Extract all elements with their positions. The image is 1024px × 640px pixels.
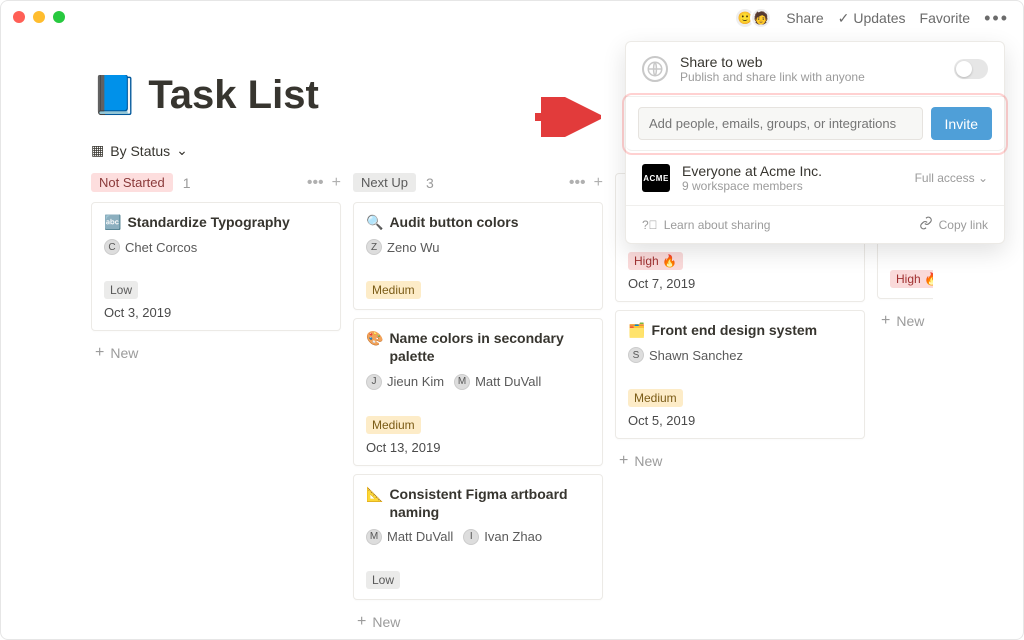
card-title: Consistent Figma artboard naming — [389, 485, 590, 521]
column-status-tag[interactable]: Not Started — [91, 173, 173, 192]
card-date: Oct 5, 2019 — [628, 413, 852, 428]
avatar-icon: I — [463, 529, 479, 545]
updates-label: Updates — [853, 10, 905, 26]
assignee: IIvan Zhao — [463, 529, 542, 545]
assignee: SShawn Sanchez — [628, 347, 743, 363]
board-icon: ▦ — [91, 142, 104, 159]
card-title: Audit button colors — [389, 213, 518, 231]
share-web-title: Share to web — [680, 54, 942, 70]
card-icon: 🎨 — [366, 329, 383, 347]
callout-arrow — [531, 97, 601, 142]
more-menu[interactable]: ••• — [984, 8, 1009, 29]
card-title: Front end design system — [651, 321, 817, 339]
new-card-button[interactable]: +New — [615, 447, 865, 475]
page-title[interactable]: Task List — [148, 73, 318, 118]
window-close[interactable] — [13, 11, 25, 23]
window-minimize[interactable] — [33, 11, 45, 23]
priority-tag: Low — [366, 571, 400, 589]
avatar-icon: M — [454, 374, 470, 390]
plus-icon: + — [357, 615, 366, 629]
assignee: ZZeno Wu — [366, 239, 440, 255]
favorite-button[interactable]: Favorite — [920, 10, 971, 26]
card-title: Standardize Typography — [127, 213, 289, 231]
learn-sharing-link[interactable]: ?⃝ Learn about sharing — [642, 216, 770, 233]
plus-icon: + — [881, 314, 890, 328]
new-card-button[interactable]: +New — [91, 339, 341, 367]
avatar-icon: Z — [366, 239, 382, 255]
priority-tag: Medium — [366, 416, 421, 434]
chevron-down-icon: ⌄ — [978, 171, 988, 185]
priority-tag: Medium — [366, 281, 421, 299]
column-status-tag[interactable]: Next Up — [353, 173, 416, 192]
column-add-icon[interactable]: + — [594, 174, 603, 192]
share-web-toggle[interactable] — [954, 59, 988, 79]
avatar-icon: M — [366, 529, 382, 545]
help-icon: ?⃝ — [642, 218, 658, 232]
card-icon: 🔤 — [104, 213, 121, 231]
everyone-title: Everyone at Acme Inc. — [682, 163, 903, 179]
assignee: MMatt DuVall — [454, 374, 541, 390]
check-icon: ✓ — [838, 10, 850, 27]
priority-tag: High 🔥 — [628, 252, 683, 270]
priority-tag: Medium — [628, 389, 683, 407]
globe-icon — [642, 56, 668, 82]
invite-input[interactable] — [638, 107, 923, 140]
avatar-icon: J — [366, 374, 382, 390]
chevron-down-icon: ⌄ — [176, 142, 188, 159]
new-card-button[interactable]: +New — [877, 307, 933, 335]
card[interactable]: 🔤 Standardize Typography CChet Corcos Low Oc… — [91, 202, 341, 331]
copy-link-button[interactable]: Copy link — [919, 216, 988, 233]
new-card-button[interactable]: +New — [353, 608, 603, 636]
card-title: Name colors in secondary palette — [389, 329, 590, 365]
card[interactable]: 📐 Consistent Figma artboard naming MMatt D… — [353, 474, 603, 600]
view-selector[interactable]: ▦ By Status ⌄ — [91, 142, 188, 159]
topbar: 🙂🧑 Share ✓ Updates Favorite ••• — [740, 7, 1009, 29]
page-icon[interactable]: 📘 — [91, 74, 138, 118]
share-button[interactable]: Share — [786, 10, 823, 26]
view-label: By Status — [110, 143, 170, 159]
invite-button[interactable]: Invite — [931, 107, 992, 140]
card-date: Oct 7, 2019 — [628, 276, 852, 291]
workspace-icon: ACME — [642, 164, 670, 192]
card-date: Oct 3, 2019 — [104, 305, 328, 320]
card-icon: 🗂️ — [628, 321, 645, 339]
column-more-icon[interactable]: ••• — [569, 174, 586, 192]
access-selector[interactable]: Full access ⌄ — [915, 171, 988, 185]
avatar-icon: C — [104, 239, 120, 255]
updates-button[interactable]: ✓ Updates — [838, 10, 906, 27]
assignee: CChet Corcos — [104, 239, 197, 255]
plus-icon: + — [619, 454, 628, 468]
card-icon: 🔍 — [366, 213, 383, 231]
link-icon — [919, 216, 933, 233]
avatar-icon: S — [628, 347, 644, 363]
column-more-icon[interactable]: ••• — [307, 174, 324, 192]
everyone-sub: 9 workspace members — [682, 179, 903, 193]
assignee: MMatt DuVall — [366, 529, 453, 545]
assignee: JJieun Kim — [366, 374, 444, 390]
column-add-icon[interactable]: + — [332, 174, 341, 192]
share-panel: Share to web Publish and share link with… — [625, 41, 1005, 244]
card-icon: 📐 — [366, 485, 383, 503]
column-count: 3 — [426, 175, 434, 191]
window-zoom[interactable] — [53, 11, 65, 23]
column-count: 1 — [183, 175, 191, 191]
priority-tag: Low — [104, 281, 138, 299]
card[interactable]: 🎨 Name colors in secondary palette JJieun … — [353, 318, 603, 465]
card-date: Oct 13, 2019 — [366, 440, 590, 455]
card[interactable]: 🗂️ Front end design system SShawn Sanchez M… — [615, 310, 865, 439]
plus-icon: + — [95, 346, 104, 360]
priority-tag: High 🔥 — [890, 270, 933, 288]
card[interactable]: 🔍 Audit button colors ZZeno Wu Medium — [353, 202, 603, 310]
share-web-sub: Publish and share link with anyone — [680, 70, 942, 84]
presence-avatars[interactable]: 🙂🧑 — [740, 7, 772, 29]
